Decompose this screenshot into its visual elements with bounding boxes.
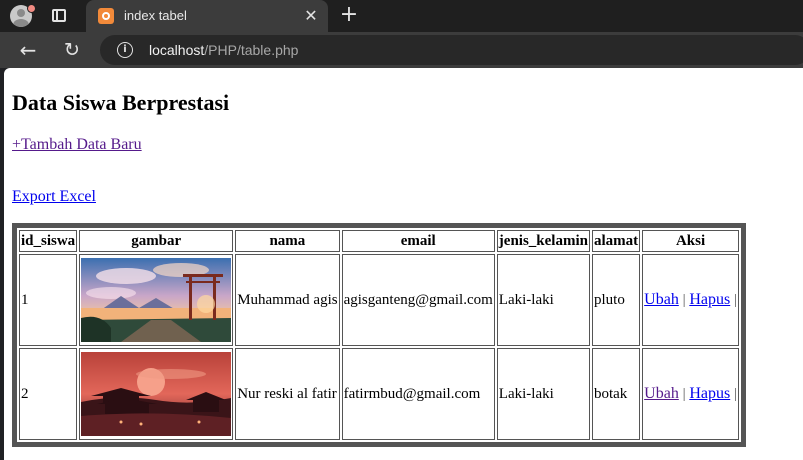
reload-icon[interactable]: ↻ [60, 38, 84, 62]
xampp-favicon-icon [98, 8, 114, 24]
page-viewport: Data Siswa Berprestasi +Tambah Data Baru… [4, 68, 803, 460]
header-gambar: gambar [79, 230, 234, 252]
header-email: email [341, 230, 495, 252]
tab-strip: index tabel ✕ + [0, 0, 803, 32]
action-separator: | [682, 292, 686, 308]
tab-actions-icon[interactable] [52, 9, 66, 22]
url-host: localhost [149, 42, 205, 58]
address-bar[interactable]: i localhost/PHP/table.php [100, 35, 803, 65]
delete-link[interactable]: Hapus [689, 385, 730, 402]
cell-aksi: Ubah | Hapus | [642, 348, 739, 440]
url-path: /PHP/table.php [204, 42, 299, 58]
add-new-data-link[interactable]: +Tambah Data Baru [12, 136, 142, 154]
cell-id: 1 [19, 254, 78, 346]
close-tab-icon[interactable]: ✕ [302, 7, 320, 25]
table-header-row: id_siswa gambar nama email jenis_kelamin… [19, 230, 739, 252]
header-id-siswa: id_siswa [19, 230, 78, 252]
cell-alamat: pluto [591, 254, 641, 346]
cell-alamat: botak [591, 348, 641, 440]
table-row: 1 Muhammad agis agisganteng@gmail.com La… [19, 254, 739, 346]
cell-nama: Nur reski al fatir [235, 348, 340, 440]
browser-toolbar: ← ↻ i localhost/PHP/table.php [0, 32, 803, 68]
new-tab-icon[interactable]: + [338, 4, 360, 26]
page-body: Data Siswa Berprestasi +Tambah Data Baru… [12, 68, 803, 460]
back-arrow-icon[interactable]: ← [16, 38, 40, 62]
pagoda-sunset-image [81, 352, 232, 436]
header-jenis-kelamin: jenis_kelamin [496, 230, 590, 252]
avatar-head-shape [17, 9, 25, 17]
action-separator: | [733, 386, 737, 402]
cell-email: fatirmbud@gmail.com [341, 348, 495, 440]
action-separator: | [733, 292, 737, 308]
tab-title: index tabel [124, 8, 187, 23]
action-separator: | [682, 386, 686, 402]
site-info-icon[interactable]: i [117, 42, 133, 58]
cell-id: 2 [19, 348, 78, 440]
cell-nama: Muhammad agis [235, 254, 340, 346]
url-text: localhost/PHP/table.php [149, 42, 298, 58]
cell-aksi: Ubah | Hapus | [642, 254, 739, 346]
cell-jenis-kelamin: Laki-laki [496, 254, 590, 346]
cell-jenis-kelamin: Laki-laki [496, 348, 590, 440]
table-row: 2 Nur reski al fatir fatirmbud@gmail.com… [19, 348, 739, 440]
cell-email: agisganteng@gmail.com [341, 254, 495, 346]
torii-gate-landscape-image [81, 258, 232, 342]
profile-notification-dot [27, 4, 36, 13]
edit-link[interactable]: Ubah [644, 291, 679, 308]
header-nama: nama [235, 230, 340, 252]
active-tab[interactable]: index tabel ✕ [86, 0, 328, 32]
edit-link[interactable]: Ubah [644, 385, 679, 402]
export-excel-link[interactable]: Export Excel [12, 188, 96, 206]
header-alamat: alamat [591, 230, 641, 252]
avatar-shoulders-shape [13, 19, 29, 27]
delete-link[interactable]: Hapus [689, 291, 730, 308]
header-aksi: Aksi [642, 230, 739, 252]
students-table: id_siswa gambar nama email jenis_kelamin… [12, 223, 746, 447]
cell-gambar [79, 254, 234, 346]
page-title: Data Siswa Berprestasi [12, 90, 230, 115]
cell-gambar [79, 348, 234, 440]
